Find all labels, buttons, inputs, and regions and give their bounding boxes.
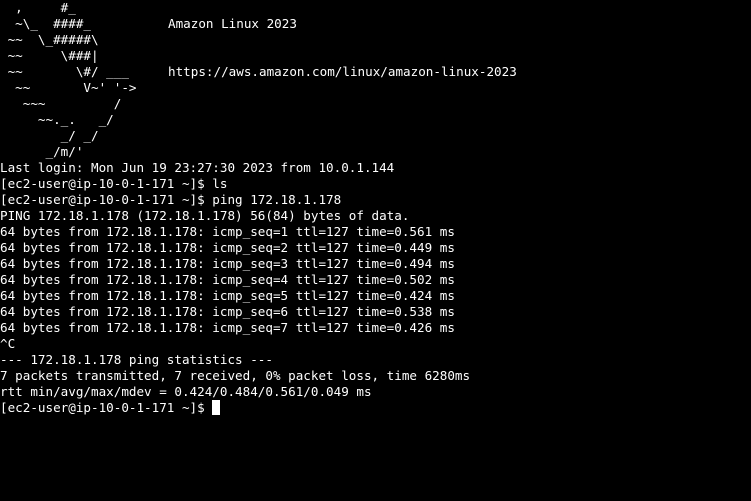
command-line: [ec2-user@ip-10-0-1-171 ~]$ ping 172.18.… [0,192,342,207]
output-line: 64 bytes from 172.18.1.178: icmp_seq=1 t… [0,224,455,239]
text-cursor [212,400,221,415]
prompt-line[interactable]: [ec2-user@ip-10-0-1-171 ~]$ [0,400,751,416]
logo-line: _/ _/ [0,128,99,143]
logo-line: , #_ [0,0,76,15]
logo-line: ~~ \###| [0,48,99,63]
last-login-line: Last login: Mon Jun 19 23:27:30 2023 fro… [0,160,395,175]
output-line: 64 bytes from 172.18.1.178: icmp_seq=6 t… [0,304,455,319]
logo-line: _/m/' [0,144,84,159]
output-line: 64 bytes from 172.18.1.178: icmp_seq=7 t… [0,320,455,335]
output-line: 7 packets transmitted, 7 received, 0% pa… [0,368,471,383]
output-line: ^C [0,336,16,351]
terminal-window[interactable]: , #_ ~\_ ####_ ~~ \_#####\ ~~ \###| ~~ \… [0,0,751,501]
output-line: PING 172.18.1.178 (172.18.1.178) 56(84) … [0,208,410,223]
os-name: Amazon Linux 2023 [168,16,297,31]
output-line: 64 bytes from 172.18.1.178: icmp_seq=2 t… [0,240,455,255]
logo-line: ~~ \_#####\ [0,32,99,47]
logo-line: ~~._. _/ [0,112,114,127]
os-url: https://aws.amazon.com/linux/amazon-linu… [168,64,517,79]
terminal-output: Last login: Mon Jun 19 23:27:30 2023 fro… [0,160,751,416]
output-line: 64 bytes from 172.18.1.178: icmp_seq=5 t… [0,288,455,303]
logo-line: ~~~ / [0,96,122,111]
logo-line: ~~ \#/ ___ [0,64,129,79]
shell-prompt: [ec2-user@ip-10-0-1-171 ~]$ [0,400,213,415]
logo-line: ~\_ ####_ [0,16,91,31]
output-line: 64 bytes from 172.18.1.178: icmp_seq=3 t… [0,256,455,271]
logo-line: ~~ V~' '-> [0,80,137,95]
motd-banner: , #_ ~\_ ####_ ~~ \_#####\ ~~ \###| ~~ \… [0,0,751,160]
output-line: 64 bytes from 172.18.1.178: icmp_seq=4 t… [0,272,455,287]
command-line: [ec2-user@ip-10-0-1-171 ~]$ ls [0,176,228,191]
output-line: --- 172.18.1.178 ping statistics --- [0,352,273,367]
output-line: rtt min/avg/max/mdev = 0.424/0.484/0.561… [0,384,372,399]
